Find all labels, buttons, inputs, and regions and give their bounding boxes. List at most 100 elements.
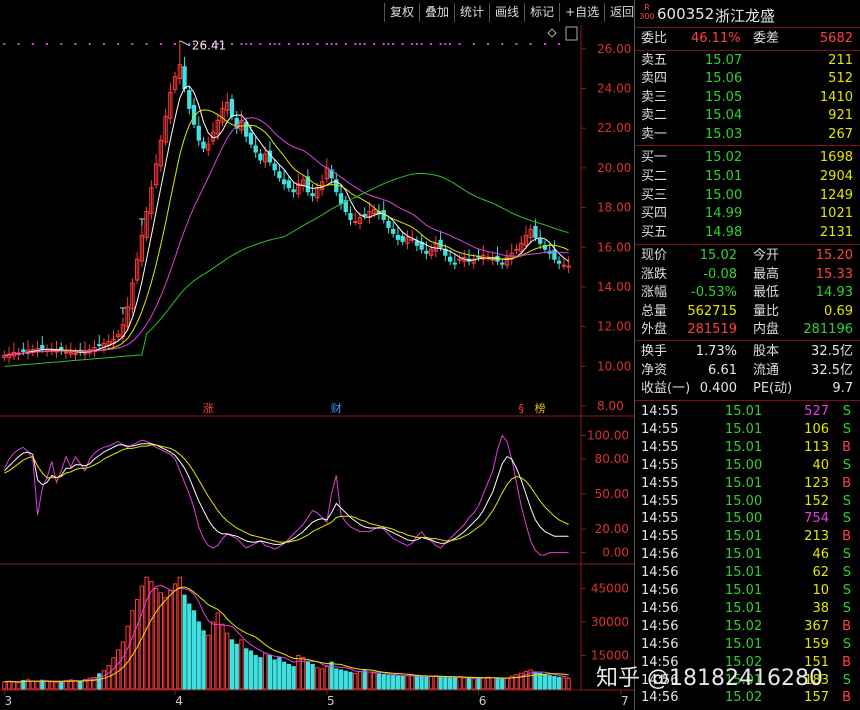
ask-volume: 1410 (819, 89, 853, 105)
signal-dot (387, 43, 390, 45)
volume-bar (490, 677, 495, 690)
tick-side: B (842, 654, 851, 670)
volume-bar (476, 677, 481, 690)
bid-label: 买五 (641, 225, 668, 241)
quote-panel: R 300 600352 浙江龙盛 委比 46.11% 委差 5682 卖五 1… (634, 0, 860, 710)
volume-bar (101, 670, 107, 690)
quote-row: 现价 15.02 今开 15.20 (635, 247, 860, 265)
chart-area[interactable]: 26.00 24.00 22.00 20.00 18.00 16.00 14.00 12.00… (0, 0, 634, 710)
stock-name: 浙江龙盛 (715, 7, 776, 25)
signal-dot (145, 43, 148, 45)
ask-label: 卖三 (641, 89, 668, 105)
tick-row: 14:56 15.01 62 S (635, 564, 860, 582)
y-tick-label: 16.00 (597, 240, 631, 254)
quote-row: 涨跌 -0.08 最高 15.33 (635, 266, 860, 284)
tick-side: B (842, 439, 851, 455)
quote-value: -0.53% (691, 285, 737, 301)
quote-label: 现价 (641, 248, 668, 263)
tick-price: 15.01 (725, 547, 763, 563)
tick-time: 14:55 (641, 475, 679, 491)
signal-dot (401, 43, 404, 45)
y-tick-label: 20.00 (597, 161, 631, 175)
max-price-label: 26.41 (192, 39, 226, 53)
tick-row: 14:55 15.01 213 B (635, 528, 860, 546)
signal-dot (458, 43, 461, 45)
tick-side: S (842, 404, 851, 419)
volume-bar (187, 603, 192, 690)
add-watchlist-button[interactable]: +自选 (559, 3, 604, 22)
signal-dot (415, 43, 418, 45)
volume-ma-line (4, 584, 569, 683)
bid-price: 15.00 (705, 187, 743, 203)
signal-dot (487, 43, 490, 45)
ask-label: 卖五 (641, 53, 668, 68)
statistics-button[interactable]: 统计 (454, 3, 489, 22)
volume-bar (35, 681, 40, 690)
bid-price: 15.02 (705, 150, 743, 165)
volume-bar (466, 677, 472, 690)
tick-time: 14:56 (641, 565, 679, 581)
quote-label: 最低 (753, 285, 780, 301)
volume-bar (78, 680, 83, 690)
quote-value: 15.20 (815, 248, 853, 263)
volume-bar (44, 680, 50, 690)
tick-row: 14:56 15.02 157 B (635, 689, 860, 707)
signal-dot (501, 43, 504, 45)
signal-dot (268, 43, 271, 45)
volume-bar (267, 654, 273, 690)
tick-volume: 46 (812, 547, 829, 563)
ma-line-ma20 (4, 117, 569, 356)
signal-dot (558, 43, 561, 45)
volume-bar (419, 676, 424, 690)
y-tick-label: 10.00 (597, 359, 631, 373)
candle-body (348, 213, 353, 220)
tick-row: 14:55 15.01 113 B (635, 439, 860, 457)
tick-row: 14:56 15.01 38 S (635, 600, 860, 618)
candle-body (538, 238, 543, 244)
bid-price: 14.98 (705, 225, 743, 241)
candle-body (286, 180, 292, 189)
bid-label: 买二 (641, 168, 668, 184)
x-tick-label: 4 (175, 694, 183, 708)
quote-label: 总量 (641, 303, 668, 319)
ask-row: 卖一 15.03 267 (635, 126, 860, 144)
tick-price: 15.01 (725, 475, 763, 491)
quote-value: -0.08 (703, 266, 737, 282)
quote-row: 总量 562715 量比 0.69 (635, 303, 860, 321)
overlay-button[interactable]: 叠加 (419, 3, 454, 22)
fundamental-label: PE(动) (753, 381, 793, 397)
tick-time: 14:56 (641, 618, 679, 634)
candle-body (310, 193, 315, 197)
ask-label: 卖四 (641, 71, 668, 87)
mark-button[interactable]: 标记 (524, 3, 559, 22)
signal-dot (358, 43, 361, 45)
tick-volume: 367 (804, 618, 829, 634)
restore-rights-button[interactable]: 复权 (384, 3, 419, 22)
volume-bar (54, 681, 59, 690)
ask-volume: 211 (828, 53, 853, 68)
tick-volume: 527 (804, 404, 829, 419)
fundamental-label: 股本 (753, 344, 780, 359)
tick-time: 14:55 (641, 511, 679, 527)
order-ratio-row: 委比 46.11% 委差 5682 (635, 30, 860, 48)
fundamental-row: 净资 6.61 流通 32.5亿 (635, 362, 860, 380)
bid-row: 买三 15.00 1249 (635, 187, 860, 205)
tick-price: 15.01 (725, 565, 763, 581)
volume-bar (305, 661, 310, 690)
tick-time: 14:56 (641, 583, 679, 598)
volume-bar (144, 576, 149, 690)
candle-body (409, 238, 415, 241)
y-tick-label: 18.00 (597, 201, 631, 215)
volume-bar (471, 678, 476, 690)
signal-dot (287, 43, 290, 45)
signal-dot (88, 43, 91, 45)
volume-bar (310, 663, 315, 690)
ask-volume: 921 (828, 108, 853, 124)
candle-body (514, 248, 519, 251)
draw-line-button[interactable]: 画线 (489, 3, 524, 22)
tick-volume: 113 (804, 439, 829, 455)
tick-side: S (842, 600, 851, 616)
tick-price: 15.01 (725, 636, 763, 652)
oscillator-line (4, 443, 569, 545)
volume-bar (97, 673, 102, 690)
